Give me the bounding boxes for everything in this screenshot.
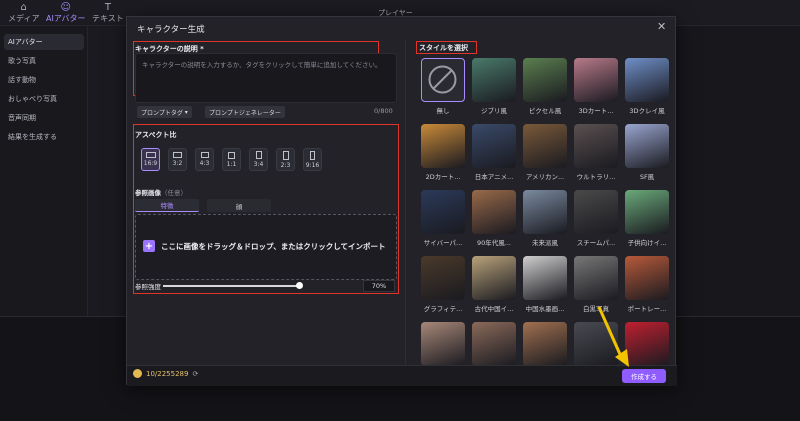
strength-slider[interactable] bbox=[163, 285, 299, 287]
refresh-icon[interactable]: ⟳ bbox=[192, 370, 198, 378]
ratio-option[interactable]: 3:4 bbox=[249, 148, 268, 171]
left-panel: AIアバター 歌う写真 話す動物 おしゃべり写真 音声同期 結果を生成する bbox=[0, 26, 88, 316]
media-icon: ⌂ bbox=[20, 1, 27, 13]
style-card[interactable] bbox=[421, 190, 465, 234]
sidebar-item-lip-sync[interactable]: 音声同期 bbox=[4, 110, 84, 126]
app-window: ⌂ メディア ☺ AIアバター T テキスト プレイヤー AIアバター 歌う写真 話す… bbox=[0, 0, 800, 421]
arrow-icon bbox=[597, 306, 629, 367]
prompt-tag-button[interactable]: プロンプトタグ ▾ bbox=[137, 106, 192, 118]
toolbar-text[interactable]: T テキスト bbox=[92, 2, 124, 24]
ratio-option[interactable]: 2:3 bbox=[276, 148, 295, 171]
ratio-option[interactable]: 4:3 bbox=[195, 148, 214, 171]
style-caption: 無し bbox=[436, 107, 450, 115]
chevron-down-icon: ▾ bbox=[182, 108, 188, 116]
style-caption: SF風 bbox=[639, 173, 655, 181]
style-caption: 未来派風 bbox=[532, 239, 558, 247]
ratio-shape-icon bbox=[282, 150, 289, 160]
style-caption: 2Dカート... bbox=[425, 173, 461, 181]
style-card[interactable] bbox=[574, 58, 618, 102]
character-generation-dialog: キャラクター生成 ✕ キャラクターの説明 * キャラクターの説明を入力するか、タ… bbox=[126, 16, 677, 386]
style-caption: ピクセル風 bbox=[528, 107, 562, 115]
char-counter: 0/800 bbox=[374, 107, 393, 115]
sidebar-item-ai-avatar[interactable]: AIアバター bbox=[4, 34, 84, 50]
ratio-shape-icon bbox=[228, 151, 235, 159]
style-card[interactable] bbox=[625, 190, 669, 234]
avatar-icon: ☺ bbox=[60, 1, 71, 13]
style-card[interactable] bbox=[421, 256, 465, 300]
sidebar-item-talking-photo[interactable]: おしゃべり写真 bbox=[4, 91, 84, 107]
style-card[interactable] bbox=[574, 124, 618, 168]
style-card[interactable] bbox=[523, 190, 567, 234]
style-caption: 3Dカート... bbox=[578, 107, 614, 115]
ratio-shape-icon bbox=[310, 150, 315, 160]
tab-face[interactable]: 顔 bbox=[207, 199, 271, 212]
ratio-shape-icon bbox=[173, 152, 182, 158]
create-button[interactable]: 作成する bbox=[622, 369, 666, 383]
sidebar-item-singing-photo[interactable]: 歌う写真 bbox=[4, 53, 84, 69]
style-caption: グラフィテ... bbox=[423, 305, 463, 313]
drop-instruction: + ここに画像をドラッグ＆ドロップ、またはクリックしてインポート bbox=[143, 240, 386, 252]
prompt-generator-button[interactable]: プロンプトジェネレーター bbox=[205, 106, 285, 118]
style-caption: 中国水墨画... bbox=[525, 305, 565, 313]
style-caption: 古代中国イ... bbox=[474, 305, 514, 313]
style-caption: 90年代風... bbox=[477, 239, 511, 247]
style-caption: スチームパ... bbox=[576, 239, 616, 247]
none-icon bbox=[428, 65, 457, 94]
close-icon[interactable]: ✕ bbox=[657, 20, 666, 33]
ratio-option[interactable]: 3:2 bbox=[168, 148, 187, 171]
style-card[interactable] bbox=[472, 256, 516, 300]
strength-label: 参照強度 bbox=[135, 283, 161, 291]
style-caption: ジブリ風 bbox=[481, 107, 507, 115]
strength-slider-handle[interactable] bbox=[296, 282, 303, 289]
style-card[interactable] bbox=[472, 124, 516, 168]
style-card[interactable] bbox=[574, 256, 618, 300]
style-card[interactable] bbox=[625, 124, 669, 168]
style-card[interactable] bbox=[421, 322, 465, 366]
description-textarea[interactable]: キャラクターの説明を入力するか、タグをクリックして簡単に追加してください。 bbox=[135, 53, 397, 103]
style-caption: 3Dクレイ風 bbox=[629, 107, 665, 115]
style-card[interactable] bbox=[523, 322, 567, 366]
dialog-title: キャラクター生成 bbox=[137, 25, 205, 35]
ratio-shape-icon bbox=[145, 152, 156, 158]
ratio-shape-icon bbox=[255, 151, 262, 159]
ratio-shape-icon bbox=[200, 152, 209, 158]
coin-icon bbox=[133, 369, 142, 378]
style-card[interactable] bbox=[421, 58, 465, 102]
sidebar-item-talking-animal[interactable]: 話す動物 bbox=[4, 72, 84, 88]
right-panel bbox=[666, 26, 800, 316]
style-caption: ウルトラリ... bbox=[576, 173, 616, 181]
style-card[interactable] bbox=[523, 58, 567, 102]
style-card[interactable] bbox=[574, 190, 618, 234]
style-caption: 子供向けイ... bbox=[627, 239, 667, 247]
style-card[interactable] bbox=[472, 190, 516, 234]
style-caption: アメリカン... bbox=[525, 173, 565, 181]
strength-value[interactable]: 70% bbox=[363, 280, 395, 292]
style-card[interactable] bbox=[472, 58, 516, 102]
description-placeholder: キャラクターの説明を入力するか、タグをクリックして簡単に追加してください。 bbox=[142, 61, 382, 69]
style-card[interactable] bbox=[625, 58, 669, 102]
style-card[interactable] bbox=[625, 256, 669, 300]
reference-label: 参照画像（任意） bbox=[135, 189, 187, 197]
toolbar-media[interactable]: ⌂ メディア bbox=[8, 2, 39, 24]
sidebar-item-generate-results[interactable]: 結果を生成する bbox=[4, 129, 84, 145]
style-label: スタイルを選択 bbox=[419, 44, 468, 52]
toolbar-ai-avatar[interactable]: ☺ AIアバター bbox=[46, 2, 86, 24]
ratio-option[interactable]: 9:16 bbox=[303, 148, 322, 171]
style-card[interactable] bbox=[523, 124, 567, 168]
tab-features[interactable]: 特徴 bbox=[135, 199, 199, 212]
style-caption: 日本アニメ... bbox=[474, 173, 514, 181]
style-card[interactable] bbox=[523, 256, 567, 300]
aspect-label: アスペクト比 bbox=[135, 131, 177, 139]
style-card[interactable] bbox=[472, 322, 516, 366]
divider bbox=[405, 39, 406, 365]
middle-panel bbox=[88, 26, 128, 316]
style-caption: サイバーパ... bbox=[423, 239, 463, 247]
plus-icon: + bbox=[143, 240, 155, 252]
style-card[interactable] bbox=[421, 124, 465, 168]
text-icon: T bbox=[104, 1, 111, 13]
ratio-option[interactable]: 1:1 bbox=[222, 148, 241, 171]
credits-counter: 10/2255289 ⟳ bbox=[133, 369, 198, 378]
ratio-option[interactable]: 16:9 bbox=[141, 148, 160, 171]
